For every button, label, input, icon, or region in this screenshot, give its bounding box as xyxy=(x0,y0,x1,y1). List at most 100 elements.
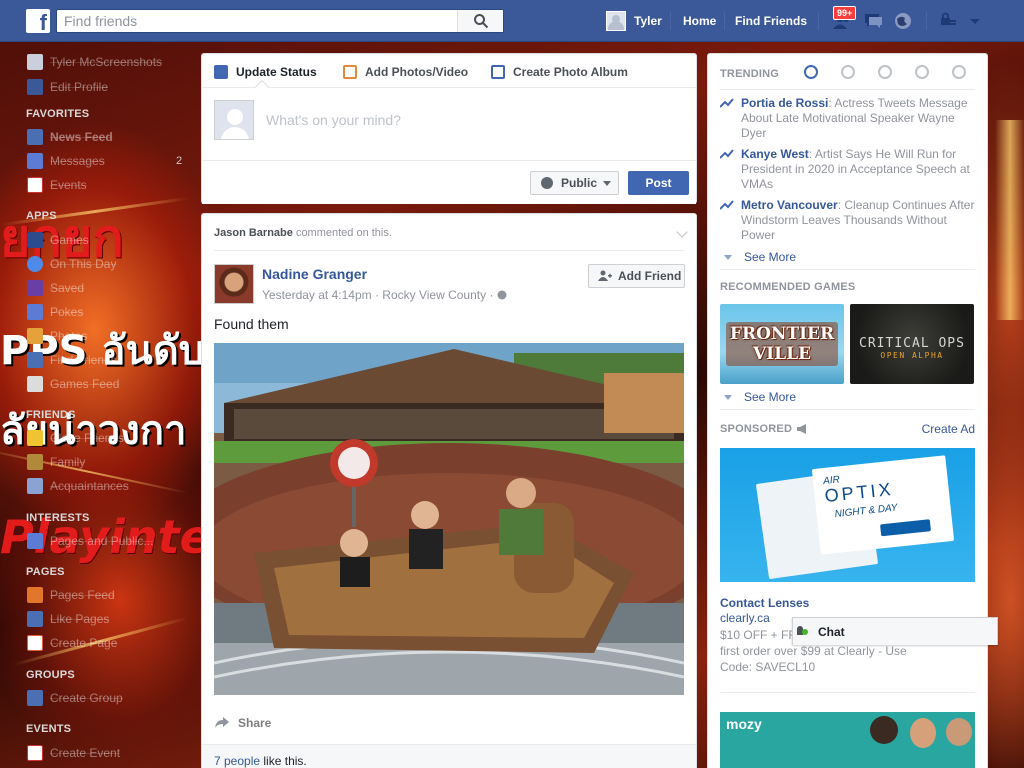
privacy-selector[interactable]: Public xyxy=(530,171,619,195)
post-button[interactable]: Post xyxy=(628,171,689,195)
sidebar-item-on-this-day[interactable]: On This Day xyxy=(27,255,116,273)
post-photo[interactable] xyxy=(214,343,684,695)
profile-link[interactable]: Tyler xyxy=(606,10,662,32)
trending-science-icon[interactable] xyxy=(878,65,892,79)
account-menu-chevron-down-icon[interactable] xyxy=(965,11,985,31)
messages-icon[interactable] xyxy=(863,11,883,31)
sidebar-item-profile[interactable]: Tyler McScreenshots xyxy=(27,53,162,71)
story-actor-link[interactable]: Jason Barnabe xyxy=(214,227,293,239)
trending-arrow-icon xyxy=(720,200,734,210)
trending-all-icon[interactable] xyxy=(804,65,818,79)
create-ad-link[interactable]: Create Ad xyxy=(922,422,975,436)
sidebar-item-events[interactable]: Events xyxy=(27,176,87,194)
flag-icon xyxy=(27,587,43,603)
sidebar-item-label: Messages xyxy=(50,154,105,168)
trending-topic-name: Metro Vancouver xyxy=(741,198,838,212)
sidebar-item-label: Like Pages xyxy=(50,612,110,626)
tab-label: Create Photo Album xyxy=(513,65,628,79)
likes-count-link[interactable]: 7 people xyxy=(214,754,260,768)
game-frontierville-tile[interactable]: FRONTIER VILLE xyxy=(720,304,844,384)
ad-title-link[interactable]: Contact Lenses xyxy=(720,596,809,610)
trending-see-more-link[interactable]: See More xyxy=(724,250,796,264)
sidebar-item-label: Tyler McScreenshots xyxy=(50,55,163,69)
tab-add-photos[interactable]: Add Photos/Video xyxy=(343,65,468,79)
sidebar-item-news-feed[interactable]: News Feed xyxy=(27,128,113,146)
sidebar-item-saved[interactable]: Saved xyxy=(27,279,84,297)
nav-divider xyxy=(818,12,819,30)
sidebar-item-games-feed[interactable]: Games Feed xyxy=(27,375,119,393)
game-title: CRITICAL OPS xyxy=(859,336,965,351)
game-critical-ops-tile[interactable]: CRITICAL OPS OPEN ALPHA xyxy=(850,304,974,384)
author-avatar[interactable] xyxy=(214,264,254,304)
add-friend-button[interactable]: Add Friend xyxy=(588,264,685,288)
section-heading-friends: FRIENDS xyxy=(26,409,76,421)
sidebar-item-games[interactable]: Games xyxy=(27,231,89,249)
search-icon xyxy=(474,14,489,29)
section-heading-events: EVENTS xyxy=(26,723,72,735)
sidebar-item-label: Games xyxy=(50,233,89,247)
sidebar-item-pokes[interactable]: Pokes xyxy=(27,303,83,321)
tab-create-album[interactable]: Create Photo Album xyxy=(491,65,628,79)
tab-update-status[interactable]: Update Status xyxy=(214,65,317,79)
add-friend-icon xyxy=(598,270,612,281)
sponsored-heading: SPONSORED xyxy=(720,423,808,435)
notifications-globe-icon[interactable] xyxy=(893,11,913,31)
chat-bar[interactable]: Chat xyxy=(792,617,998,645)
find-friends-link[interactable]: Find Friends xyxy=(735,14,807,28)
sidebar-item-label: Pages Feed xyxy=(50,588,115,602)
chevron-down-icon xyxy=(724,254,732,260)
pencil-icon xyxy=(214,65,228,79)
sidebar-item-messages[interactable]: Messages xyxy=(27,152,105,170)
sidebar-item-like-pages[interactable]: Like Pages xyxy=(27,610,109,628)
game-controller-icon xyxy=(27,376,43,392)
sidebar-item-acquaintances[interactable]: Acquaintances xyxy=(27,477,129,495)
sidebar-item-photos[interactable]: Photos xyxy=(27,327,87,345)
ad-image[interactable]: AIR OPTIX NIGHT & DAY xyxy=(720,448,975,582)
section-heading-groups: GROUPS xyxy=(26,669,75,681)
share-button[interactable]: Share xyxy=(214,716,271,730)
sidebar-item-label: Pages and Public... xyxy=(50,534,154,548)
trending-item[interactable]: Portia de Rossi: Actress Tweets Message … xyxy=(720,96,975,141)
sidebar-item-create-group[interactable]: Create Group xyxy=(27,689,123,707)
sidebar-item-label: Pokes xyxy=(50,305,84,319)
ad2-brand: mozy xyxy=(726,716,762,732)
tab-label: Add Photos/Video xyxy=(365,65,469,79)
privacy-shortcuts-icon[interactable] xyxy=(938,11,958,31)
search-button[interactable] xyxy=(457,10,503,32)
sponsored-label: SPONSORED xyxy=(720,423,793,435)
avatar xyxy=(214,100,254,140)
clock-icon xyxy=(27,256,43,272)
status-input[interactable]: What's on your mind? xyxy=(266,112,401,128)
home-link[interactable]: Home xyxy=(683,14,716,28)
share-arrow-icon xyxy=(215,717,229,728)
profile-name: Tyler xyxy=(634,14,662,28)
trending-arrow-icon xyxy=(720,149,734,159)
star-icon xyxy=(27,430,43,446)
sidebar-item-pages-public[interactable]: Pages and Public... xyxy=(27,532,153,550)
avatar xyxy=(27,54,43,70)
trending-politics-icon[interactable] xyxy=(841,65,855,79)
facebook-logo[interactable]: f xyxy=(26,9,50,33)
ad-product-box: AIR OPTIX NIGHT & DAY xyxy=(811,455,955,555)
sidebar-item-create-event[interactable]: Create Event xyxy=(27,744,120,762)
trending-entertainment-icon[interactable] xyxy=(952,65,966,79)
trending-item[interactable]: Metro Vancouver: Cleanup Continues After… xyxy=(720,198,975,243)
trending-sports-icon[interactable] xyxy=(915,65,929,79)
post-options-chevron-down-icon[interactable] xyxy=(676,226,688,238)
game-title: FRONTIER VILLE xyxy=(726,322,838,366)
sidebar-item-pages-feed[interactable]: Pages Feed xyxy=(27,586,115,604)
sidebar-item-family[interactable]: Family xyxy=(27,453,85,471)
sidebar-item-edit-profile[interactable]: Edit Profile xyxy=(27,78,108,96)
post-timestamp-location[interactable]: Yesterday at 4:14pm · Rocky View County … xyxy=(262,288,493,302)
games-see-more-link[interactable]: See More xyxy=(724,390,796,404)
likes-text: like this. xyxy=(263,754,307,768)
sidebar-item-find-friends[interactable]: Find Friends xyxy=(27,351,117,369)
author-name-link[interactable]: Nadine Granger xyxy=(262,266,367,282)
search-input[interactable] xyxy=(57,10,457,32)
ad-url-link[interactable]: clearly.ca xyxy=(720,611,770,625)
ad2-image[interactable]: mozy xyxy=(720,712,975,768)
sidebar-item-close-friends[interactable]: Close Friends xyxy=(27,429,124,447)
trending-item[interactable]: Kanye West: Artist Says He Will Run for … xyxy=(720,147,975,192)
divider xyxy=(720,692,975,693)
sidebar-item-create-page[interactable]: Create Page xyxy=(27,634,117,652)
